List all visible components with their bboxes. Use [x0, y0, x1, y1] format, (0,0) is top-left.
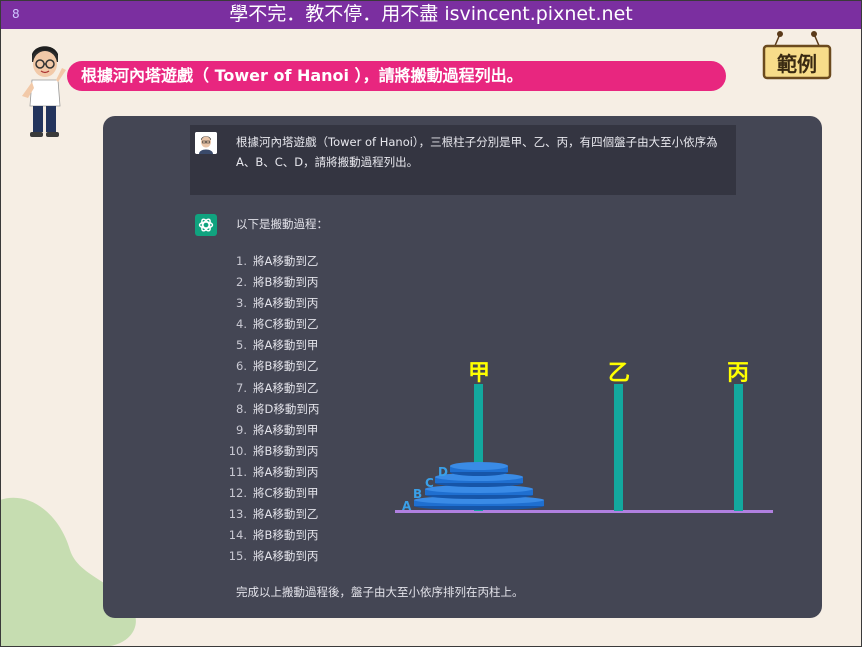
peg-label-bing: 丙 [727, 361, 749, 386]
list-item: 14. 將B移動到丙 [228, 528, 319, 543]
assistant-intro: 以下是搬動過程： [236, 217, 328, 231]
list-item: 12. 將C移動到甲 [228, 486, 319, 501]
list-item: 3. 將A移動到丙 [236, 296, 319, 311]
hanoi-base [395, 510, 773, 513]
disk-b [425, 485, 533, 499]
list-item: 8. 將D移動到丙 [236, 401, 320, 416]
teacher-illustration [22, 46, 66, 137]
disk-label-c: C [425, 476, 434, 490]
list-item: 10. 將B移動到丙 [228, 443, 319, 458]
example-sign: 範例 [762, 31, 832, 80]
list-item: 5. 將A移動到甲 [236, 338, 319, 353]
peg-label-yi: 乙 [608, 361, 630, 386]
list-item: 9. 將A移動到甲 [236, 422, 319, 437]
user-message: 根據河內塔遊戲（Tower of Hanoi），三根柱子分別是甲、乙、丙，有四個… [190, 125, 736, 195]
list-item: 6. 將B移動到乙 [236, 359, 319, 374]
list-item: 4. 將C移動到乙 [236, 317, 319, 332]
user-avatar [195, 132, 217, 154]
peg-label-jia: 甲 [468, 361, 490, 386]
list-item: 13. 將A移動到乙 [228, 507, 319, 522]
list-item: 11. 將A移動到丙 [228, 464, 319, 479]
example-badge-text: 範例 [777, 52, 817, 76]
list-item: 2. 將B移動到丙 [236, 275, 319, 290]
list-item: 15. 將A移動到丙 [228, 549, 319, 564]
disk-label-a: A [402, 499, 412, 513]
hanoi-diagram: 甲 乙 丙 A B C D [395, 361, 773, 513]
peg-bing [734, 384, 743, 511]
banner-text: 學不完．教不停．用不盡 isvincent.pixnet.net [229, 3, 633, 25]
list-item: 1. 將A移動到乙 [236, 254, 319, 268]
chat-window: 根據河內塔遊戲（Tower of Hanoi），三根柱子分別是甲、乙、丙，有四個… [103, 116, 822, 618]
steps-list: 1. 將A移動到乙 2. 將B移動到丙 3. 將A移動到丙 4. 將C移動到乙 5. 將A… [221, 251, 320, 567]
list-item: 7. 將A移動到乙 [236, 380, 319, 395]
openai-logo-icon [195, 214, 217, 236]
disk-d [450, 462, 508, 476]
disk-label-b: B [413, 487, 422, 501]
assistant-summary: 完成以上搬動過程後，盤子由大至小依序排列在丙柱上。 [236, 585, 524, 599]
top-banner: 8 學不完．教不停．用不盡 isvincent.pixnet.net [0, 0, 862, 29]
user-message-text: 根據河內塔遊戲（Tower of Hanoi），三根柱子分別是甲、乙、丙，有四個… [236, 135, 718, 169]
page-title: 根據河內塔遊戲（ Tower of Hanoi ），請將搬動過程列出。 [67, 61, 726, 91]
page-number: 8 [12, 7, 20, 21]
disk-label-d: D [438, 465, 448, 479]
peg-yi [614, 384, 623, 511]
